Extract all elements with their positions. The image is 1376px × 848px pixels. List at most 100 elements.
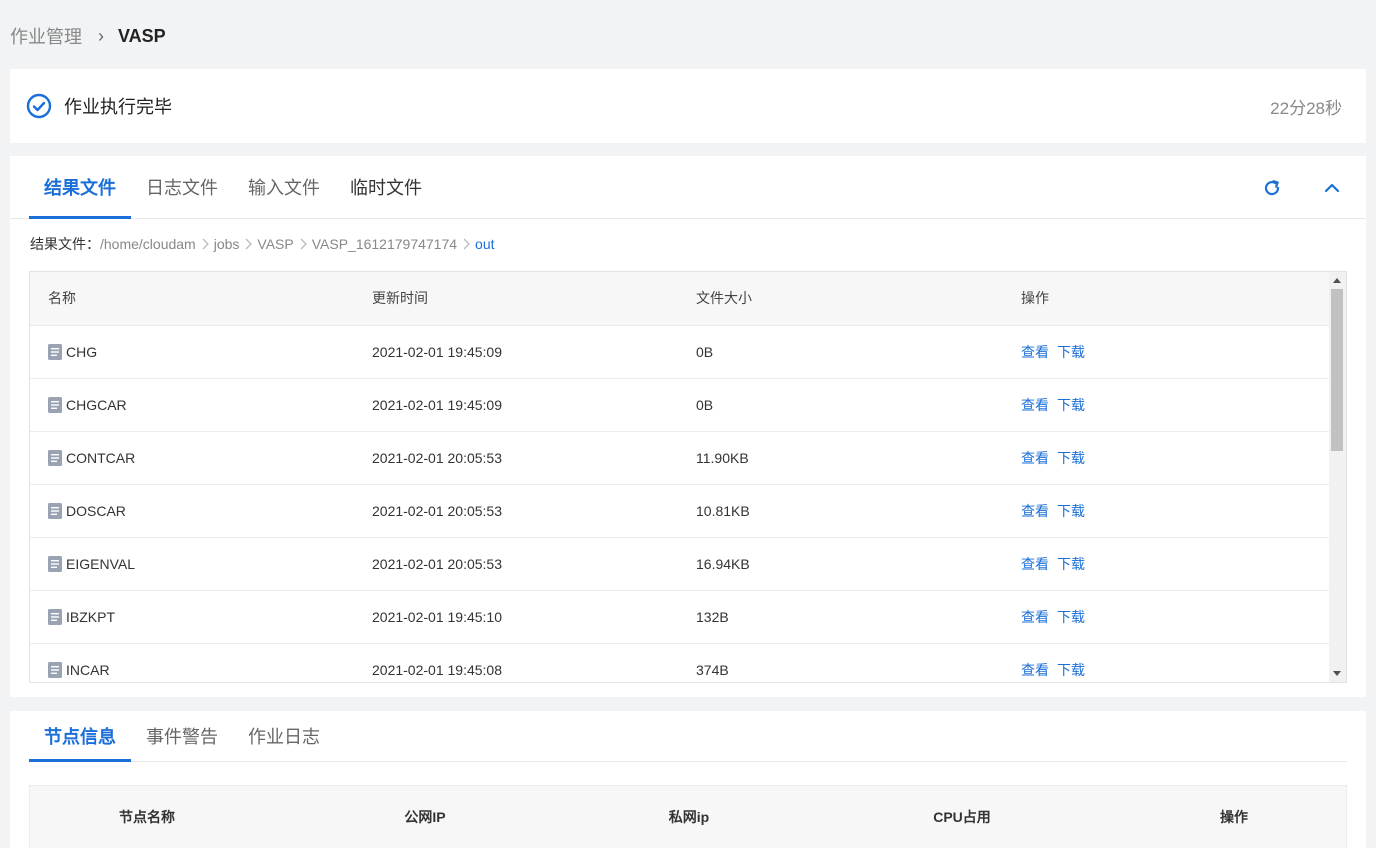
scroll-thumb[interactable] — [1331, 289, 1343, 451]
file-actions: 查看 下载 — [1003, 431, 1330, 484]
file-size: 374B — [696, 661, 729, 678]
download-link[interactable]: 下载 — [1057, 450, 1085, 466]
table-row: CHGCAR 2021-02-01 19:45:09 0B 查看 下载 — [30, 378, 1330, 431]
column-header-time: 更新时间 — [372, 290, 428, 307]
view-link[interactable]: 查看 — [1021, 344, 1049, 360]
file-name[interactable]: DOSCAR — [66, 503, 126, 519]
view-link[interactable]: 查看 — [1021, 503, 1049, 519]
download-link[interactable]: 下载 — [1057, 556, 1085, 572]
download-link[interactable]: 下载 — [1057, 397, 1085, 413]
file-name[interactable]: IBZKPT — [66, 609, 115, 625]
tab-event-warnings[interactable]: 事件警告 — [131, 711, 233, 761]
file-time: 2021-02-01 20:05:53 — [372, 449, 502, 466]
download-link[interactable]: 下载 — [1057, 344, 1085, 360]
column-header-size: 文件大小 — [696, 290, 752, 307]
tab-result-files[interactable]: 结果文件 — [29, 156, 131, 219]
refresh-icon[interactable] — [1262, 178, 1282, 198]
file-name-cell: IBZKPT — [30, 590, 354, 643]
file-time: 2021-02-01 19:45:09 — [372, 396, 502, 413]
chevron-right-icon — [243, 237, 253, 251]
table-header-row: 名称 更新时间 文件大小 操作 — [30, 272, 1330, 325]
tab-job-log[interactable]: 作业日志 — [233, 711, 335, 761]
file-name[interactable]: EIGENVAL — [66, 556, 135, 572]
file-time: 2021-02-01 20:05:53 — [372, 502, 502, 519]
chevron-right-icon: › — [98, 25, 104, 46]
job-duration: 22分28秒 — [1270, 98, 1342, 118]
file-path: 结果文件： /home/cloudam jobs VASP VASP_16121… — [10, 219, 1366, 269]
tab-input-files[interactable]: 输入文件 — [233, 156, 335, 218]
file-time: 2021-02-01 19:45:08 — [372, 661, 502, 678]
file-size: 10.81KB — [696, 502, 750, 519]
scroll-down-arrow-icon[interactable] — [1333, 671, 1341, 676]
file-table: 名称 更新时间 文件大小 操作 CHG 2021-02-01 19:45:09 0B… — [30, 272, 1330, 682]
download-link[interactable]: 下载 — [1057, 503, 1085, 519]
file-time: 2021-02-01 19:45:09 — [372, 343, 502, 360]
file-name-cell: DOSCAR — [30, 484, 354, 537]
file-name-cell: CHG — [30, 325, 354, 378]
file-icon — [48, 502, 62, 519]
file-size: 0B — [696, 343, 714, 360]
view-link[interactable]: 查看 — [1021, 450, 1049, 466]
breadcrumb-current: VASP — [118, 25, 166, 46]
file-name[interactable]: CHG — [66, 344, 97, 360]
view-link[interactable]: 查看 — [1021, 609, 1049, 625]
file-size: 11.90KB — [696, 449, 749, 466]
file-icon — [48, 661, 62, 678]
file-actions: 查看 下载 — [1003, 325, 1330, 378]
file-size: 0B — [696, 396, 714, 413]
tab-temp-files[interactable]: 临时文件 — [335, 156, 437, 218]
file-size: 132B — [696, 608, 729, 625]
file-icon — [48, 608, 62, 625]
file-icon — [48, 449, 62, 466]
file-actions: 查看 下载 — [1003, 590, 1330, 643]
file-name-cell: CHGCAR — [30, 378, 354, 431]
column-header-public-ip: 公网IP — [404, 809, 446, 825]
file-icon — [48, 396, 62, 413]
path-segment-vasp[interactable]: VASP — [257, 236, 293, 252]
tab-actions — [1262, 156, 1342, 219]
node-table-header: 节点名称 公网IP 私网ip CPU占用 操作 — [29, 785, 1347, 848]
column-header-actions: 操作 — [1021, 290, 1049, 307]
view-link[interactable]: 查看 — [1021, 556, 1049, 572]
job-status-card: 作业执行完毕 22分28秒 — [10, 69, 1366, 143]
download-link[interactable]: 下载 — [1057, 609, 1085, 625]
tab-node-info[interactable]: 节点信息 — [29, 711, 131, 762]
scroll-up-arrow-icon[interactable] — [1333, 278, 1341, 283]
download-link[interactable]: 下载 — [1057, 662, 1085, 678]
path-segment-home[interactable]: /home/cloudam — [100, 236, 196, 252]
path-segment-jobs[interactable]: jobs — [214, 236, 240, 252]
path-segment-job-id[interactable]: VASP_1612179747174 — [312, 236, 457, 252]
file-name[interactable]: INCAR — [66, 662, 110, 678]
column-header-private-ip: 私网ip — [668, 809, 710, 825]
file-actions: 查看 下载 — [1003, 537, 1330, 590]
column-header-name: 名称 — [48, 290, 76, 307]
chevron-up-icon[interactable] — [1322, 178, 1342, 198]
chevron-right-icon — [200, 237, 210, 251]
table-row: DOSCAR 2021-02-01 20:05:53 10.81KB 查看 下载 — [30, 484, 1330, 537]
node-panel: 节点信息 事件警告 作业日志 节点名称 公网IP 私网ip CPU占用 操作 — [10, 711, 1366, 848]
file-name-cell: INCAR — [30, 643, 354, 682]
file-name-cell: CONTCAR — [30, 431, 354, 484]
table-scrollbar[interactable] — [1329, 272, 1346, 682]
view-link[interactable]: 查看 — [1021, 662, 1049, 678]
file-icon — [48, 555, 62, 572]
file-table-container: 名称 更新时间 文件大小 操作 CHG 2021-02-01 19:45:09 0B… — [29, 271, 1347, 683]
file-actions: 查看 下载 — [1003, 643, 1330, 682]
breadcrumb: 作业管理 › VASP — [10, 24, 166, 48]
file-time: 2021-02-01 19:45:10 — [372, 608, 502, 625]
file-name[interactable]: CONTCAR — [66, 450, 135, 466]
file-tabs: 结果文件 日志文件 输入文件 临时文件 — [10, 156, 1366, 219]
column-header-node-name: 节点名称 — [119, 809, 175, 825]
tab-log-files[interactable]: 日志文件 — [131, 156, 233, 218]
breadcrumb-parent-link[interactable]: 作业管理 — [10, 23, 82, 49]
path-segment-out[interactable]: out — [475, 236, 494, 252]
file-name[interactable]: CHGCAR — [66, 397, 127, 413]
view-link[interactable]: 查看 — [1021, 397, 1049, 413]
job-status-text: 作业执行完毕 — [64, 97, 172, 117]
table-row: IBZKPT 2021-02-01 19:45:10 132B 查看 下载 — [30, 590, 1330, 643]
check-circle-icon — [26, 93, 52, 119]
path-label: 结果文件： — [30, 236, 100, 252]
node-tabs: 节点信息 事件警告 作业日志 — [29, 711, 1347, 762]
file-time: 2021-02-01 20:05:53 — [372, 555, 502, 572]
column-header-cpu: CPU占用 — [933, 809, 991, 825]
